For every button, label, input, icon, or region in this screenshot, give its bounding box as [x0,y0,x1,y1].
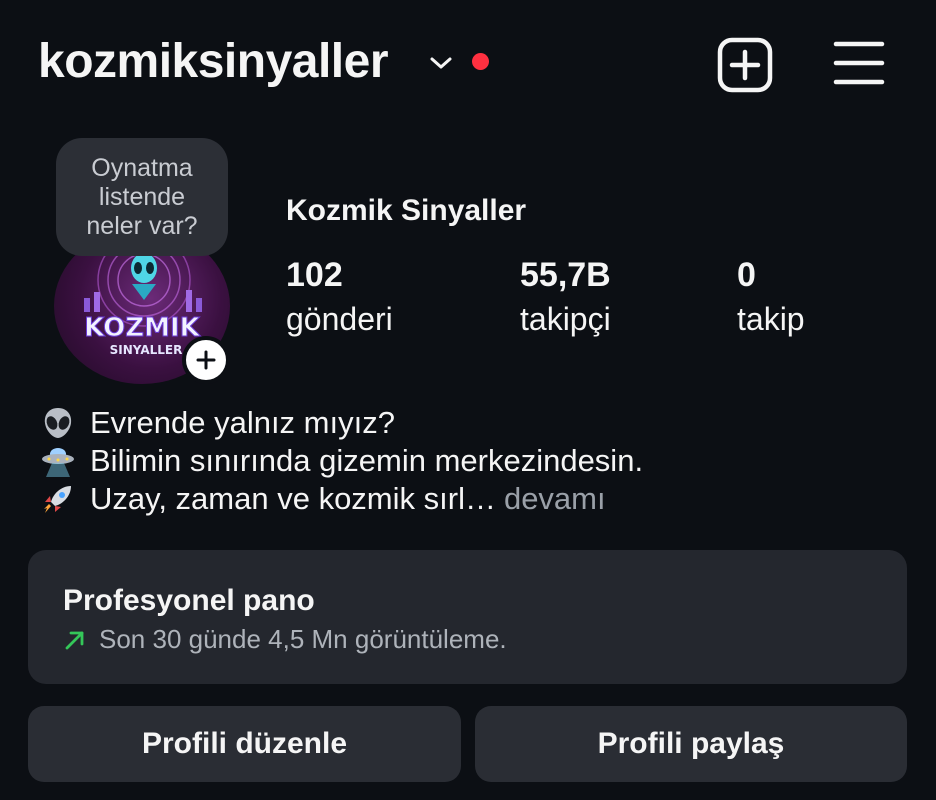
bio-text: Evrende yalnız mıyız? [90,405,395,440]
avatar-logo-subtext: SINYALLER [110,343,183,357]
rocket-icon [38,480,78,518]
hamburger-icon[interactable] [832,38,886,88]
bio-text: Uzay, zaman ve kozmik sırl… [90,481,496,516]
stat-value: 0 [737,256,756,294]
bio-line: Uzay, zaman ve kozmik sırl… devamı [38,480,898,518]
stat-following[interactable]: 0 takip [737,256,805,338]
professional-dashboard-card[interactable]: Profesyonel pano Son 30 günde 4,5 Mn gör… [28,550,907,684]
views-summary: Son 30 günde 4,5 Mn görüntüleme. [99,624,507,654]
ufo-icon [38,442,78,480]
stat-posts[interactable]: 102 gönderi [286,256,393,338]
professional-dashboard-subtitle: Son 30 günde 4,5 Mn görüntüleme. [63,624,507,655]
professional-dashboard-title: Profesyonel pano [63,584,315,617]
plus-icon [196,350,216,370]
stat-label: takip [737,301,805,337]
add-story-button[interactable] [182,336,230,384]
note-line: Oynatma [91,154,193,182]
profile-header: kozmiksinyaller [0,0,936,130]
chevron-down-icon[interactable] [428,54,454,72]
profile-page: kozmiksinyaller KOZMIK SINYALLER Oynatma… [0,0,936,800]
bio: Evrende yalnız mıyız? Bilimin sınırında … [38,404,898,518]
bio-text: Bilimin sınırında gizemin merkezindesin. [90,443,644,478]
stat-label: gönderi [286,301,393,337]
stat-followers[interactable]: 55,7B takipçi [520,256,611,338]
avatar-logo-text: KOZMIK [84,313,200,343]
bio-more-link[interactable]: devamı [504,481,606,517]
note-line: neler var? [86,212,198,240]
share-profile-button[interactable]: Profili paylaş [475,706,907,782]
bio-line: Bilimin sınırında gizemin merkezindesin. [38,442,898,480]
alien-icon [38,404,78,442]
stat-value: 102 [286,256,343,294]
username-switcher[interactable]: kozmiksinyaller [38,34,389,89]
notification-dot [472,53,489,70]
display-name: Kozmik Sinyaller [286,194,527,227]
plus-square-icon[interactable] [716,36,774,94]
stat-label: takipçi [520,301,611,337]
bio-line: Evrende yalnız mıyız? [38,404,898,442]
note-bubble[interactable]: Oynatma listende neler var? [56,138,228,256]
note-line: listende [98,183,186,211]
stat-value: 55,7B [520,256,611,294]
edit-profile-button[interactable]: Profili düzenle [28,706,461,782]
trend-up-arrow-icon [65,631,84,649]
